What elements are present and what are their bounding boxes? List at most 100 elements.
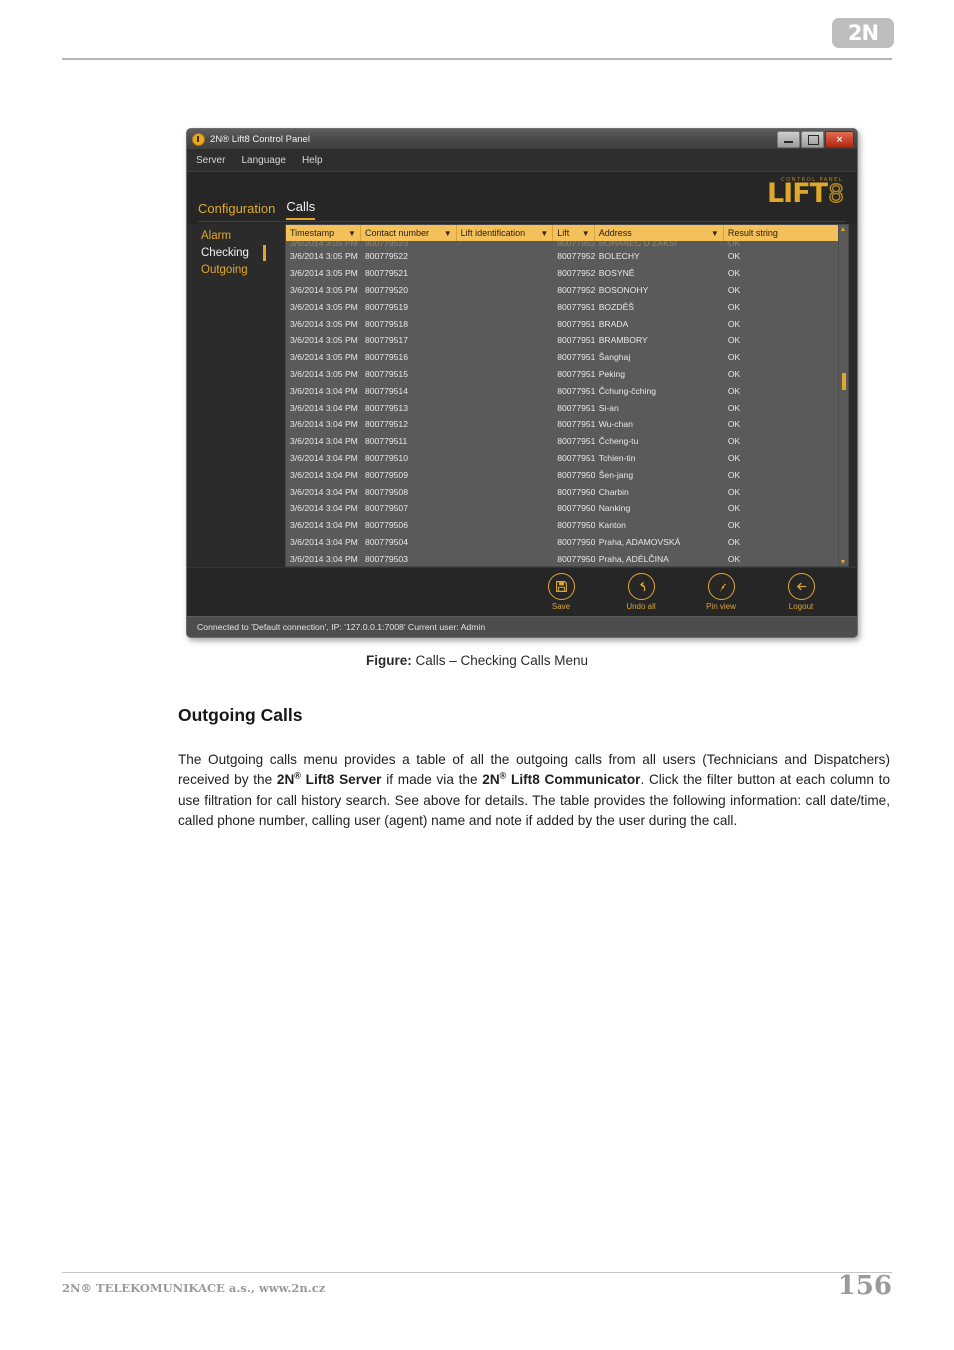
cell-result-string: OK: [727, 251, 741, 262]
cell-lift: 800779510: [557, 452, 594, 463]
column-header-contact-number-label: Contact number: [364, 228, 430, 238]
column-header-address-label: Address: [598, 228, 632, 238]
column-header-lift[interactable]: Lift ▼: [553, 225, 595, 241]
scrollbar-thumb[interactable]: [841, 373, 846, 390]
cell-contact-number: 800779504: [364, 536, 408, 547]
sidebar-item-checking[interactable]: Checking: [201, 245, 285, 262]
table-row[interactable]: 3/6/2014 3:04 PM 800779512 800779512 Wu-cha…: [286, 416, 848, 433]
cell-timestamp: 3/6/2014 3:04 PM: [290, 402, 358, 413]
scroll-up-icon[interactable]: [841, 227, 845, 231]
cell-lift: 800779514: [557, 385, 594, 396]
status-bar-text: Connected to 'Default connection', IP: '…: [197, 622, 486, 632]
table-row[interactable]: 3/6/2014 3:05 PM 800779519 800779519 BOZDĚŠ…: [286, 298, 848, 315]
table-row[interactable]: 3/6/2014 3:04 PM 800779507 800779507 Nankin…: [286, 500, 848, 517]
table-row[interactable]: 3/6/2014 3:04 PM800779511800779511Čcheng…: [286, 433, 848, 450]
menubar: Server Language Help: [187, 149, 857, 172]
logout-button[interactable]: Logout: [773, 573, 829, 611]
table-row[interactable]: 3/6/2014 3:04 PM 800779510 800779510 Tchien…: [286, 450, 848, 467]
cell-lift: 800779504: [557, 536, 594, 547]
save-label: Save: [551, 602, 571, 611]
pin-view-label: Pin view: [706, 602, 736, 611]
sidebar-active-marker: [263, 245, 266, 261]
maximize-icon: [808, 135, 819, 145]
window-title: 2N® Lift8 Control Panel: [210, 133, 310, 145]
cell-contact-number: 800779523: [364, 241, 408, 248]
cell-contact-number: 800779514: [364, 385, 408, 396]
filter-icon[interactable]: ▼: [582, 229, 590, 238]
window-titlebar[interactable]: 2N® Lift8 Control Panel ✕: [187, 129, 857, 149]
cell-result-string: OK: [727, 520, 741, 531]
table-row[interactable]: 3/6/2014 3:04 PM 800779508 800779508 Charbi…: [286, 483, 848, 500]
column-header-contact-number[interactable]: Contact number ▼: [361, 225, 457, 241]
cell-address: Nanking: [598, 503, 631, 514]
cell-result-string: OK: [727, 268, 741, 279]
figure-caption-label: Figure:: [365, 653, 412, 668]
cell-timestamp: 3/6/2014 3:04 PM: [290, 469, 358, 480]
column-header-address[interactable]: Address ▼: [595, 225, 724, 241]
menu-item-language[interactable]: Language: [241, 155, 286, 166]
cell-timestamp: 3/6/2014 3:05 PM: [290, 251, 358, 262]
table-header-row: Timestamp ▼ Contact number ▼ Lift identi…: [286, 225, 848, 241]
cell-contact-number: 800779515: [364, 368, 408, 379]
cell-lift: 800779520: [557, 284, 594, 295]
filter-icon[interactable]: ▼: [348, 229, 356, 238]
cell-lift: 800779523: [557, 241, 594, 248]
column-header-result-string[interactable]: Result string ▼: [724, 225, 848, 241]
cell-contact-number: 800779521: [364, 268, 408, 279]
table-row[interactable]: 3/6/2014 3:05 PM 800779523 800779523 BOHANE…: [286, 241, 848, 248]
pin-view-button[interactable]: Pin view: [693, 573, 749, 611]
minimize-button[interactable]: [777, 131, 800, 148]
tab-calls[interactable]: Calls: [286, 199, 316, 220]
table-row[interactable]: 3/6/2014 3:04 PM 800779503 800779503 Praha,…: [286, 550, 848, 566]
lift8-logo: CONTROL PANEL LIFT 8: [767, 177, 845, 207]
column-header-lift-identification[interactable]: Lift identification ▼: [457, 225, 554, 241]
cell-lift: 800779506: [557, 520, 594, 531]
page-number: 156: [837, 1271, 892, 1301]
table-scrollbar[interactable]: [838, 225, 848, 566]
table-row[interactable]: 3/6/2014 3:04 PM 800779514 800779514 Čchung…: [286, 382, 848, 399]
filter-icon[interactable]: ▼: [540, 229, 548, 238]
tab-configuration[interactable]: Configuration: [198, 201, 275, 220]
cell-result-string: OK: [727, 352, 741, 363]
table-row[interactable]: 3/6/2014 3:05 PM 800779521 800779521 BOSYNĚ…: [286, 265, 848, 282]
section-heading: Outgoing Calls: [178, 705, 303, 725]
footer-company: 2N® TELEKOMUNIKACE a.s., www.2n.cz: [62, 1281, 326, 1295]
cell-result-string: OK: [727, 436, 741, 447]
action-toolbar: Save Undo all Pin view Logout: [187, 567, 857, 616]
undo-all-button[interactable]: Undo all: [613, 573, 669, 611]
bold-2n-1: 2N: [276, 772, 295, 788]
menu-item-help[interactable]: Help: [302, 155, 323, 166]
column-header-timestamp[interactable]: Timestamp ▼: [286, 225, 361, 241]
cell-timestamp: 3/6/2014 3:05 PM: [290, 368, 358, 379]
table-row[interactable]: 3/6/2014 3:05 PM 800779515 800779515 Peking…: [286, 366, 848, 383]
sidebar-item-alarm[interactable]: Alarm: [201, 228, 285, 245]
save-button[interactable]: Save: [533, 573, 589, 611]
table-row[interactable]: 3/6/2014 3:05 PM 800779518 800779518 BRADA O…: [286, 315, 848, 332]
menu-item-server[interactable]: Server: [196, 155, 225, 166]
sidebar-item-outgoing[interactable]: Outgoing: [201, 262, 285, 279]
table-row[interactable]: 3/6/2014 3:04 PM 800779504 800779504 Praha,…: [286, 534, 848, 551]
cell-result-string: OK: [727, 486, 741, 497]
close-button[interactable]: ✕: [825, 131, 854, 148]
cell-result-string: OK: [727, 335, 741, 346]
table-row[interactable]: 3/6/2014 3:04 PM 800779513 800779513 Si-an O…: [286, 399, 848, 416]
cell-timestamp: 3/6/2014 3:04 PM: [290, 520, 358, 531]
cell-contact-number: 800779522: [364, 251, 408, 262]
table-row[interactable]: 3/6/2014 3:05 PM 800779517 800779517 BRAMBO…: [286, 332, 848, 349]
maximize-button[interactable]: [801, 131, 824, 148]
table-row[interactable]: 3/6/2014 3:05 PM 800779516 800779516 Šangha…: [286, 349, 848, 366]
table-row[interactable]: 3/6/2014 3:05 PM 800779520 800779520 BOSONO…: [286, 282, 848, 299]
lift8-logo-main: LIFT 8: [767, 180, 845, 207]
cell-result-string: OK: [727, 536, 741, 547]
table-row[interactable]: 3/6/2014 3:05 PM 800779522 800779522 BOLECH…: [286, 248, 848, 265]
table-row[interactable]: 3/6/2014 3:04 PM 800779509 800779509 Šen-ja…: [286, 466, 848, 483]
filter-icon[interactable]: ▼: [711, 229, 719, 238]
table-row[interactable]: 3/6/2014 3:04 PM 800779506 800779506 Kanton…: [286, 517, 848, 534]
cell-timestamp: 3/6/2014 3:04 PM: [290, 553, 358, 564]
cell-lift: 800779503: [557, 553, 594, 564]
app-header: Configuration Calls CONTROL PANEL LIFT 8: [187, 172, 857, 224]
cell-timestamp: 3/6/2014 3:04 PM: [290, 503, 358, 514]
scroll-down-icon[interactable]: [841, 560, 845, 564]
filter-icon[interactable]: ▼: [444, 229, 452, 238]
cell-address: Wu-chan: [598, 419, 633, 430]
